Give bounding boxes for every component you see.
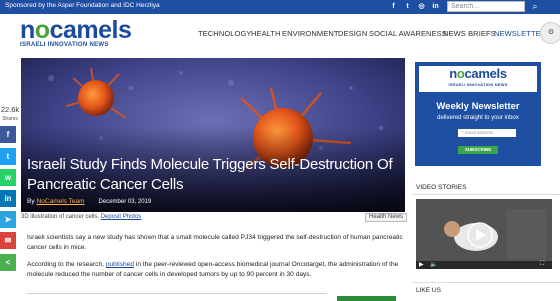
video-player[interactable]: ▶ 🔈 ⛶ [416, 199, 552, 269]
section-title: VIDEO STORIES [416, 184, 467, 191]
sponsor-text: Sponsored by the Asper Foundation and ID… [5, 2, 160, 9]
nav-item-social-awareness[interactable]: SOCIAL AWARENESS [369, 29, 447, 38]
article-byline: By NoCamels Team December 03, 2019 [27, 198, 151, 205]
search-input[interactable]: Search... [447, 1, 525, 12]
article-headline: Israeli Study Finds Molecule Triggers Se… [27, 156, 393, 193]
site-logo[interactable]: nocamels ISRAELI INNOVATION NEWS [20, 16, 135, 49]
caption-credit-link[interactable]: Deposit Photos [101, 214, 142, 220]
instagram-icon[interactable]: ◎ [417, 2, 426, 11]
top-bar: Sponsored by the Asper Foundation and ID… [0, 0, 560, 14]
email-field[interactable]: * email address [458, 129, 516, 137]
share-icon[interactable]: < [0, 254, 16, 271]
article-date: December 03, 2019 [98, 199, 152, 205]
newsletter-widget: nocamels ISRAELI INNOVATION NEWS Weekly … [415, 62, 541, 166]
twitter-icon[interactable]: t [0, 148, 16, 165]
whatsapp-icon[interactable]: w [0, 169, 16, 186]
volume-icon[interactable]: 🔈 [430, 261, 437, 268]
like-us-header: LIKE US [412, 282, 560, 296]
email-icon[interactable]: ✉ [0, 232, 16, 249]
linkedin-icon[interactable]: in [431, 2, 440, 11]
nav-item-technology[interactable]: TECHNOLOGY [198, 29, 252, 38]
newsletter-title: Weekly Newsletter [436, 101, 520, 112]
paragraph-text: According to the research, [27, 261, 104, 268]
nav-item-newsletter[interactable]: NEWSLETTER [494, 29, 546, 38]
nav-item-environment[interactable]: ENVIRONMENT [282, 29, 339, 38]
published-link[interactable]: published [106, 261, 134, 268]
divider [27, 293, 327, 294]
article-paragraph: Israeli scientists say a new study has s… [27, 234, 403, 251]
logo-wordmark: nocamels [449, 66, 507, 81]
facebook-icon[interactable]: f [0, 126, 16, 143]
twitter-icon[interactable]: t [403, 2, 412, 11]
nav-item-design[interactable]: DESIGN [338, 29, 367, 38]
nav-item-news-briefs[interactable]: NEWS BRIEFS [443, 29, 496, 38]
newsletter-logo: nocamels ISRAELI INNOVATION NEWS [419, 66, 537, 92]
linkedin-icon[interactable]: in [0, 190, 16, 207]
newsletter-subtitle: delivered straight to your inbox [437, 115, 519, 121]
logo-wordmark: nocamels [20, 16, 132, 44]
telegram-icon[interactable]: ➤ [0, 211, 16, 228]
facebook-icon[interactable]: f [389, 2, 398, 11]
section-title: LIKE US [416, 287, 441, 294]
green-banner[interactable] [337, 296, 396, 301]
video-stories-header: VIDEO STORIES [412, 181, 560, 195]
article-paragraph: According to the research, published in … [27, 260, 405, 279]
play-icon[interactable]: ▶ [419, 261, 424, 268]
accessibility-button[interactable]: ⚙ [540, 22, 560, 44]
subscribe-button[interactable]: SUBSCRIBE [458, 146, 498, 154]
category-badge[interactable]: Health News [365, 213, 408, 222]
logo-tagline: ISRAELI INNOVATION NEWS [448, 82, 508, 87]
byline-prefix: By [27, 198, 35, 205]
video-thumbnail [416, 199, 552, 269]
image-caption: 3D illustration of cancer cells. Deposit… [21, 214, 141, 220]
fullscreen-icon[interactable]: ⛶ [540, 261, 544, 268]
share-label: Shares [2, 116, 18, 122]
author-link[interactable]: NoCamels Team [37, 198, 85, 205]
caption-text: 3D illustration of cancer cells. [21, 214, 100, 220]
article-hero: Israeli Study Finds Molecule Triggers Se… [21, 58, 405, 212]
search-icon[interactable]: ⌕ [529, 1, 541, 12]
share-count: 22.6k [0, 105, 20, 114]
nav-item-health[interactable]: HEALTH [251, 29, 281, 38]
